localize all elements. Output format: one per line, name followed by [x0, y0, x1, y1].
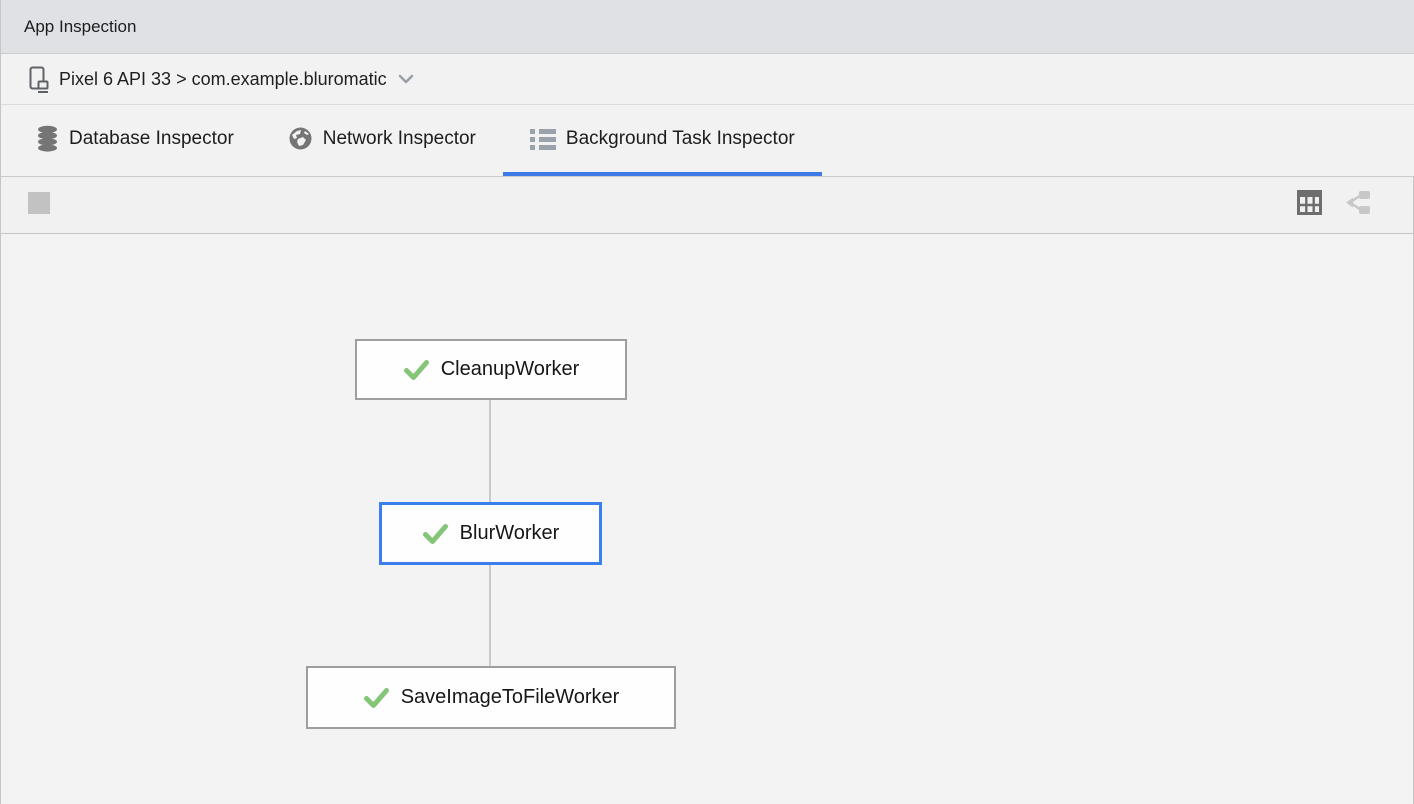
tab-label: Background Task Inspector [566, 128, 795, 150]
globe-icon [288, 126, 313, 151]
stop-inspector-icon [28, 192, 50, 219]
table-view-icon [1297, 190, 1322, 220]
tab-label: Network Inspector [323, 128, 476, 150]
virtual-device-icon [27, 66, 51, 93]
worker-node-label: SaveImageToFileWorker [401, 686, 620, 709]
worker-node-blurworker[interactable]: BlurWorker [379, 502, 602, 565]
graph-edge [489, 565, 491, 666]
tab-label: Database Inspector [69, 128, 234, 150]
check-icon [422, 522, 449, 546]
list-icon [530, 127, 556, 151]
view-mode-buttons [1293, 189, 1373, 221]
table-view-button[interactable] [1293, 189, 1325, 221]
database-icon [36, 125, 59, 152]
worker-node-label: CleanupWorker [441, 358, 580, 381]
worker-node-label: BlurWorker [460, 522, 560, 545]
window-header: App Inspection [1, 0, 1414, 54]
tab-network-inspector[interactable]: Network Inspector [261, 105, 503, 176]
app-inspection-window: App Inspection Pixel 6 API 33 > com.exam… [0, 0, 1414, 804]
process-selector-label: Pixel 6 API 33 > com.example.bluromatic [59, 69, 387, 90]
check-icon [363, 686, 390, 710]
worker-node-saveimagetofileworker[interactable]: SaveImageToFileWorker [306, 666, 676, 729]
process-selector[interactable]: Pixel 6 API 33 > com.example.bluromatic [1, 54, 1414, 105]
window-title: App Inspection [24, 17, 136, 37]
task-graph-canvas[interactable]: CleanupWorker BlurWorker SaveImageToFile… [1, 234, 1414, 804]
tab-database-inspector[interactable]: Database Inspector [9, 105, 261, 176]
worker-node-cleanupworker[interactable]: CleanupWorker [355, 339, 627, 400]
graph-view-icon [1344, 190, 1371, 220]
graph-edge [489, 400, 491, 502]
stop-inspector-button[interactable] [23, 189, 55, 221]
tab-background-task-inspector[interactable]: Background Task Inspector [503, 105, 822, 176]
check-icon [403, 358, 430, 382]
inspector-toolbar [1, 177, 1414, 234]
graph-view-button[interactable] [1341, 189, 1373, 221]
chevron-down-icon [397, 73, 415, 85]
inspector-tabs: Database Inspector Network Inspector [1, 105, 1414, 177]
